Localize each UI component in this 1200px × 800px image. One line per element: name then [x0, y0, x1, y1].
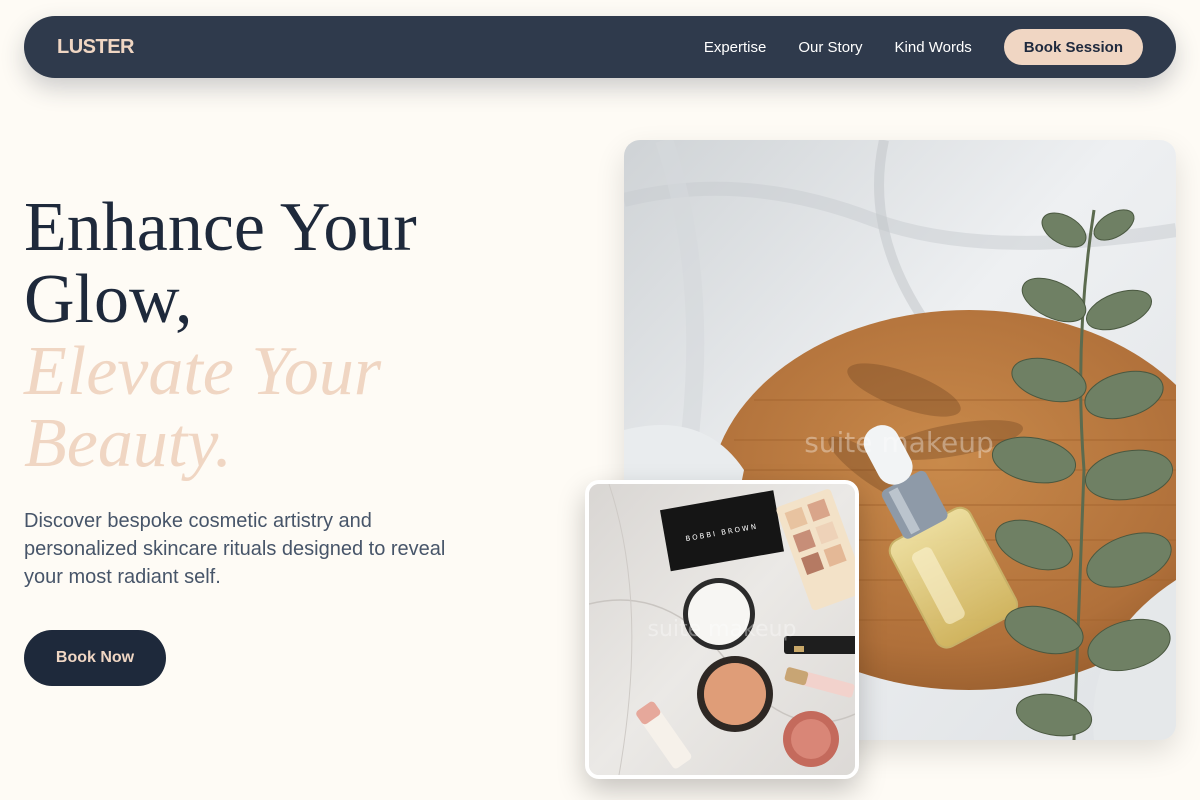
hero-title-line-2: Glow,	[24, 261, 193, 338]
hero-accent-line-1: Elevate Your	[24, 333, 382, 410]
logo[interactable]: LUSTER	[57, 36, 135, 59]
nav-link-expertise[interactable]: Expertise	[704, 39, 767, 56]
book-now-button[interactable]: Book Now	[24, 630, 166, 686]
hero-secondary-image: BOBBI BROWN suite makeup	[585, 480, 859, 779]
nav-link-our-story[interactable]: Our Story	[798, 39, 862, 56]
hero-title-line-1: Enhance Your	[24, 189, 417, 266]
hero-accent-line-2: Beauty.	[24, 405, 232, 482]
hero-description: Discover bespoke cosmetic artistry and p…	[24, 510, 446, 588]
hero-title: Enhance Your Glow, Elevate Your Beauty.	[24, 192, 584, 480]
secondary-image-watermark: suite makeup	[648, 617, 797, 642]
navbar: LUSTER Expertise Our Story Kind Words Bo…	[24, 16, 1176, 78]
nav-link-kind-words[interactable]: Kind Words	[895, 39, 972, 56]
main-image-watermark: suite makeup	[804, 426, 994, 459]
makeup-flatlay-photo: BOBBI BROWN suite makeup	[589, 484, 855, 775]
book-session-button[interactable]: Book Session	[1003, 29, 1143, 65]
nav-links: Expertise Our Story Kind Words Book Sess…	[704, 29, 1143, 65]
